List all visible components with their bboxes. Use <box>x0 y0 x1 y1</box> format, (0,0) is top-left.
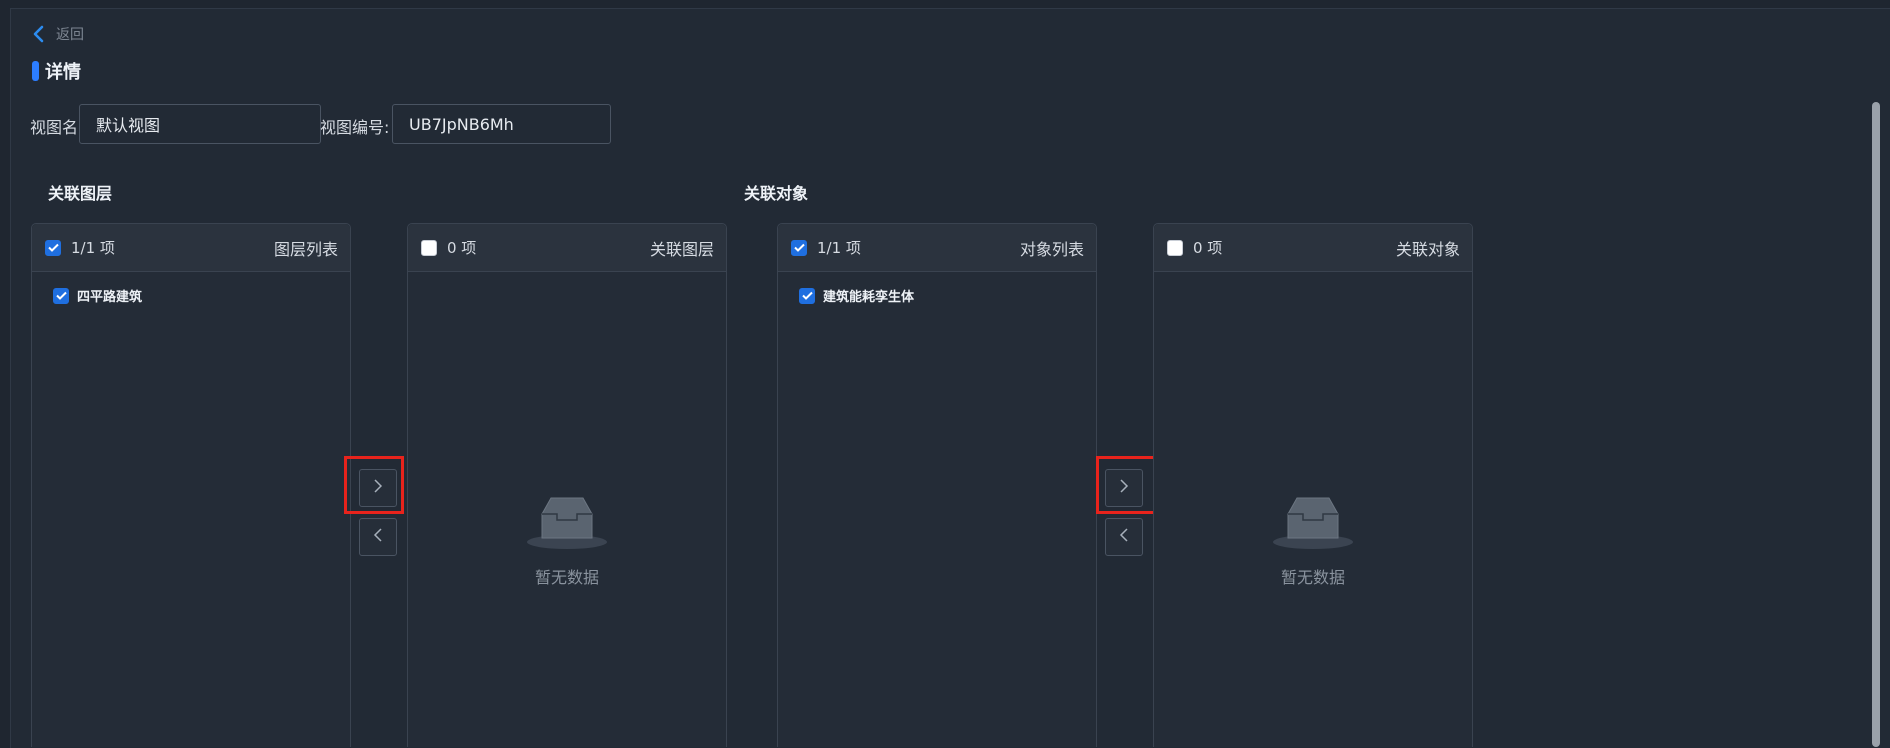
layer-source-select-all-checkbox[interactable] <box>45 239 61 256</box>
object-target-panel: 0 项 关联对象 暂无数据 <box>1153 223 1473 747</box>
view-name-input[interactable]: 默认视图 <box>79 104 321 144</box>
object-target-title: 关联对象 <box>1395 239 1460 259</box>
page-title: 详情 <box>32 58 81 84</box>
object-target-count: 0 项 <box>1193 239 1223 257</box>
empty-text: 暂无数据 <box>1280 568 1345 587</box>
chevron-left-icon <box>32 25 44 43</box>
highlight-box <box>1096 456 1156 514</box>
layer-target-panel: 0 项 关联图层 暂无数据 <box>407 223 727 747</box>
layer-target-header: 0 项 关联图层 <box>408 224 726 272</box>
back-label: 返回 <box>56 27 84 43</box>
page-title-text: 详情 <box>45 62 81 83</box>
back-link[interactable]: 返回 <box>32 24 84 44</box>
object-source-header: 1/1 项 对象列表 <box>778 224 1096 272</box>
empty-state: 暂无数据 <box>408 494 726 588</box>
move-left-button[interactable] <box>359 518 397 556</box>
chevron-left-icon <box>1119 527 1129 547</box>
view-name-label: 视图名 <box>30 118 79 137</box>
layer-target-select-all-checkbox[interactable] <box>421 239 437 256</box>
chevron-left-icon <box>373 527 383 547</box>
object-source-count: 1/1 项 <box>817 239 861 257</box>
view-code-label: 视图编号: <box>320 118 390 137</box>
item-checkbox[interactable] <box>799 287 815 304</box>
object-target-select-all-checkbox[interactable] <box>1167 239 1183 256</box>
empty-inbox-icon <box>527 494 607 550</box>
title-accent-bar <box>32 61 39 81</box>
empty-text: 暂无数据 <box>534 568 599 587</box>
vertical-scrollbar[interactable] <box>1872 102 1880 747</box>
section-title-layers: 关联图层 <box>48 184 113 203</box>
layer-source-count: 1/1 项 <box>71 239 115 257</box>
list-item-label: 四平路建筑 <box>77 290 143 305</box>
layer-target-title: 关联图层 <box>649 239 714 259</box>
list-item[interactable]: 建筑能耗孪生体 <box>778 272 1096 305</box>
empty-state: 暂无数据 <box>1154 494 1472 588</box>
layer-source-header: 1/1 项 图层列表 <box>32 224 350 272</box>
object-source-title: 对象列表 <box>1019 239 1084 259</box>
layer-source-panel: 1/1 项 图层列表 四平路建筑 <box>31 223 351 747</box>
object-target-header: 0 项 关联对象 <box>1154 224 1472 272</box>
view-code-input[interactable]: UB7JpNB6Mh <box>392 104 611 144</box>
item-checkbox[interactable] <box>53 287 69 304</box>
layer-target-count: 0 项 <box>447 239 477 257</box>
list-item-label: 建筑能耗孪生体 <box>823 290 915 305</box>
empty-inbox-icon <box>1273 494 1353 550</box>
object-source-panel: 1/1 项 对象列表 建筑能耗孪生体 <box>777 223 1097 747</box>
layer-source-title: 图层列表 <box>273 239 338 259</box>
section-title-objects: 关联对象 <box>744 184 809 203</box>
move-left-button[interactable] <box>1105 518 1143 556</box>
list-item[interactable]: 四平路建筑 <box>32 272 350 305</box>
highlight-box <box>344 456 404 514</box>
object-source-select-all-checkbox[interactable] <box>791 239 807 256</box>
